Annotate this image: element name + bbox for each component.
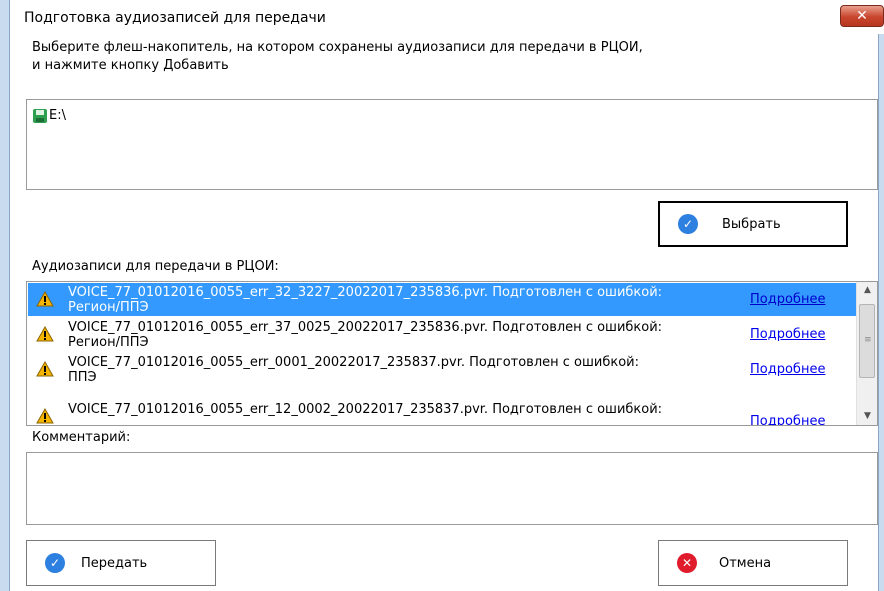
details-link[interactable]: Подробнее bbox=[750, 292, 825, 307]
warning-icon bbox=[36, 291, 54, 307]
cancel-x-icon: ✕ bbox=[677, 553, 697, 573]
title-bar[interactable]: Подготовка аудиозаписей для передачи ✕ bbox=[10, 0, 884, 34]
records-scrollbar[interactable]: ▲ ≡ ▼ bbox=[856, 282, 877, 425]
window-frame-left bbox=[0, 0, 10, 591]
details-link[interactable]: Подробнее bbox=[750, 414, 825, 425]
select-button[interactable]: ✓ Выбрать bbox=[658, 201, 848, 247]
list-item[interactable]: VOICE_77_01012016_0055_err_0001_20022017… bbox=[28, 353, 856, 386]
scrollbar-thumb[interactable]: ≡ bbox=[859, 304, 875, 378]
scroll-down-arrow-icon[interactable]: ▼ bbox=[857, 408, 877, 425]
close-icon: ✕ bbox=[856, 8, 868, 24]
floppy-disk-icon bbox=[33, 108, 47, 123]
record-filename: VOICE_77_01012016_0055_err_0001_20022017… bbox=[68, 355, 640, 370]
record-filename: VOICE_77_01012016_0055_err_12_0002_20022… bbox=[68, 402, 663, 417]
warning-icon bbox=[36, 361, 54, 377]
instruction-line-2: и нажмите кнопку Добавить bbox=[32, 58, 229, 73]
comment-input[interactable] bbox=[26, 452, 878, 525]
window-title: Подготовка аудиозаписей для передачи bbox=[24, 10, 326, 26]
record-filename: VOICE_77_01012016_0055_err_37_0025_20022… bbox=[68, 320, 663, 335]
checkmark-icon: ✓ bbox=[678, 214, 698, 234]
records-label: Аудиозаписи для передачи в РЦОИ: bbox=[32, 259, 279, 274]
details-link[interactable]: Подробнее bbox=[750, 327, 825, 342]
warning-icon bbox=[36, 326, 54, 342]
drive-list[interactable]: E:\ bbox=[26, 99, 878, 190]
checkmark-icon: ✓ bbox=[45, 553, 65, 573]
send-button[interactable]: ✓ Передать bbox=[26, 540, 216, 586]
list-item[interactable]: VOICE_77_01012016_0055_err_12_0002_20022… bbox=[28, 388, 856, 425]
record-error-type: ППЭ bbox=[68, 370, 97, 385]
list-item[interactable]: VOICE_77_01012016_0055_err_37_0025_20022… bbox=[28, 318, 856, 351]
dialog-window: Подготовка аудиозаписей для передачи ✕ В… bbox=[0, 0, 884, 591]
cancel-button[interactable]: ✕ Отмена bbox=[658, 540, 848, 586]
grip-icon: ≡ bbox=[864, 335, 872, 345]
warning-icon bbox=[36, 408, 54, 424]
record-filename: VOICE_77_01012016_0055_err_32_3227_20022… bbox=[68, 285, 663, 300]
instruction-line-1: Выберите флеш-накопитель, на котором сох… bbox=[32, 40, 643, 55]
select-button-label: Выбрать bbox=[722, 216, 781, 232]
drive-label: E:\ bbox=[49, 108, 66, 123]
drive-item-e[interactable]: E:\ bbox=[33, 108, 66, 123]
record-error-type: Регион/ППЭ bbox=[68, 335, 149, 350]
close-button[interactable]: ✕ bbox=[840, 5, 884, 27]
details-link[interactable]: Подробнее bbox=[750, 362, 825, 377]
list-item[interactable]: VOICE_77_01012016_0055_err_32_3227_20022… bbox=[28, 283, 856, 316]
comment-label: Комментарий: bbox=[32, 430, 131, 445]
cancel-button-label: Отмена bbox=[719, 555, 772, 571]
scroll-up-arrow-icon[interactable]: ▲ bbox=[857, 282, 877, 299]
records-list[interactable]: VOICE_77_01012016_0055_err_32_3227_20022… bbox=[26, 281, 878, 426]
record-error-type: Регион/ППЭ bbox=[68, 300, 149, 315]
send-button-label: Передать bbox=[81, 555, 148, 571]
